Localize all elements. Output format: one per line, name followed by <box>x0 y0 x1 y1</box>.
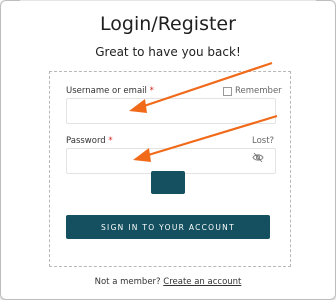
username-input[interactable] <box>66 98 276 124</box>
lost-password-link[interactable]: Lost? <box>252 136 274 146</box>
username-required-marker: * <box>149 86 154 96</box>
password-required-marker: * <box>108 136 113 146</box>
remember-checkbox[interactable] <box>223 86 232 96</box>
footer-register-prompt: Not a member? Create an account <box>0 277 336 287</box>
eye-slash-icon[interactable] <box>252 152 264 163</box>
page-subtitle: Great to have you back! <box>95 45 241 59</box>
page-title: Login/Register <box>100 13 236 35</box>
password-label: Password * <box>66 136 113 146</box>
remember-me[interactable]: Remember <box>223 86 282 96</box>
password-label-text: Password <box>66 136 106 146</box>
captcha-button[interactable] <box>151 171 185 194</box>
footer-prompt-text: Not a member? <box>94 277 161 287</box>
username-label-text: Username or email <box>66 86 147 96</box>
top-divider <box>20 0 316 1</box>
username-label: Username or email * <box>66 86 154 96</box>
remember-label: Remember <box>235 86 282 96</box>
create-account-link[interactable]: Create an account <box>163 277 241 287</box>
sign-in-button[interactable]: SIGN IN TO YOUR ACCOUNT <box>66 215 270 239</box>
